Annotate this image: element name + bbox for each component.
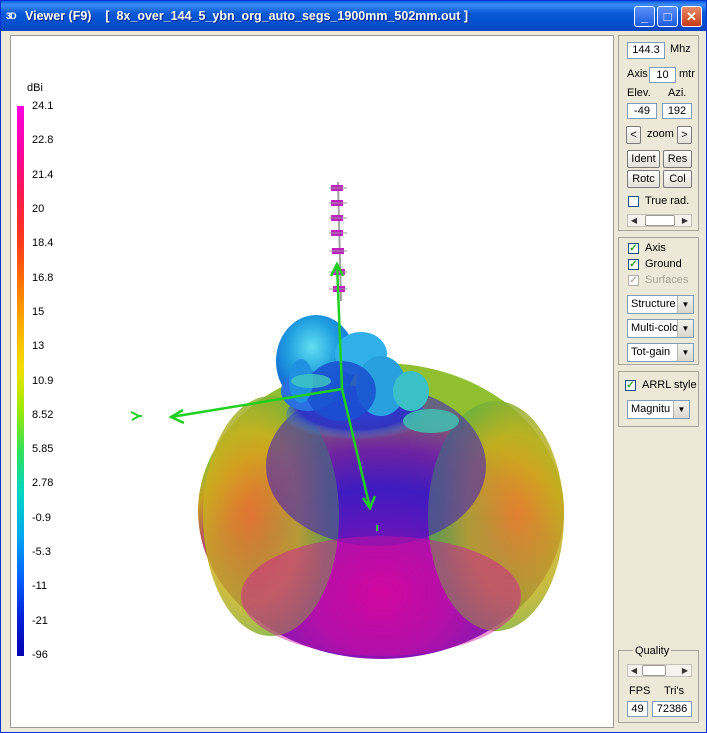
rotc-button[interactable]: Rotc [627,170,660,188]
azimuth-label: Azi. [668,87,687,99]
slider-thumb[interactable] [642,665,666,676]
col-button[interactable]: Col [663,170,692,188]
control-panel: 144.3 Mhz Axis 10 mtr Elev. Azi. -49 192… [618,35,699,726]
elevation-input[interactable]: -49 [627,103,657,119]
gain-type-select[interactable]: Tot-gain ▼ [627,343,694,362]
res-button[interactable]: Res [663,150,692,168]
maximize-button[interactable]: □ [657,6,678,27]
viewer-window: 3D Viewer (F9) [ 8x_over_144_5_ybn_org_a… [0,0,707,733]
magnitude-select-value: Magnitu [631,403,671,415]
chevron-down-icon: ▼ [677,320,693,337]
structure-select[interactable]: Structure ▼ [627,295,694,314]
arrl-style-checkbox[interactable]: ✓ [625,380,636,391]
surfaces-checkbox: ✓ [628,275,639,286]
quality-label: Quality [633,645,672,657]
slider-thumb[interactable] [645,215,675,226]
tris-label: Tri's [664,685,685,697]
structure-select-value: Structure [631,298,676,310]
quality-slider[interactable]: ◀ ▶ [627,664,692,677]
frequency-input[interactable]: 144.3 [627,42,665,59]
true-rad-label: True rad. [645,195,690,207]
minimize-icon: _ [640,9,649,24]
zoom-out-button[interactable]: < [626,126,641,144]
chevron-down-icon: ▼ [677,296,693,313]
fps-value: 49 [627,701,648,717]
title-bar[interactable]: 3D Viewer (F9) [ 8x_over_144_5_ybn_org_a… [1,1,706,31]
ground-checkbox[interactable]: ✓ [628,259,639,270]
minimize-button[interactable]: _ [634,6,655,27]
scroll-left-icon[interactable]: ◀ [628,665,640,676]
azimuth-input[interactable]: 192 [662,103,692,119]
chevron-down-icon: ▼ [677,344,693,361]
frequency-unit: Mhz [670,43,691,55]
close-icon: ✕ [686,9,697,24]
maximize-icon: □ [663,9,672,24]
app-3d-icon: 3D [6,11,17,21]
tris-value: 72386 [652,701,692,717]
arrl-style-label: ARRL style [642,379,697,391]
chevron-down-icon: ▼ [673,401,689,418]
ident-button[interactable]: Ident [627,150,660,168]
scroll-right-icon[interactable]: ▶ [679,215,691,226]
radiation-pattern [130,181,564,659]
close-button[interactable]: ✕ [681,6,702,27]
axis-length-input[interactable]: 10 [649,67,676,83]
axis-length-unit: mtr [679,68,695,80]
magnitude-select[interactable]: Magnitu ▼ [627,400,690,419]
zoom-in-button[interactable]: > [677,126,692,144]
elevation-label: Elev. [627,87,651,99]
scroll-right-icon[interactable]: ▶ [679,665,691,676]
gain-type-select-value: Tot-gain [631,346,671,358]
color-mode-select-value: Multi-colo [631,322,679,334]
axis-checkbox[interactable]: ✓ [628,243,639,254]
surfaces-checkbox-label: Surfaces [645,274,689,286]
3d-viewport[interactable]: dBi 24.1 22.8 21.4 20 18.4 16.8 15 13 10.9 8.52 5.… [10,35,614,728]
window-title: Viewer (F9) [ 8x_over_144_5_ybn_org_auto… [25,9,469,23]
zoom-label: zoom [647,128,674,140]
axis-length-label: Axis [627,68,648,80]
color-mode-select[interactable]: Multi-colo ▼ [627,319,694,338]
true-rad-checkbox[interactable] [628,196,639,207]
ground-checkbox-label: Ground [645,258,682,270]
fps-label: FPS [629,685,651,697]
radius-slider[interactable]: ◀ ▶ [627,214,692,227]
scroll-left-icon[interactable]: ◀ [628,215,640,226]
axis-checkbox-label: Axis [645,242,666,254]
